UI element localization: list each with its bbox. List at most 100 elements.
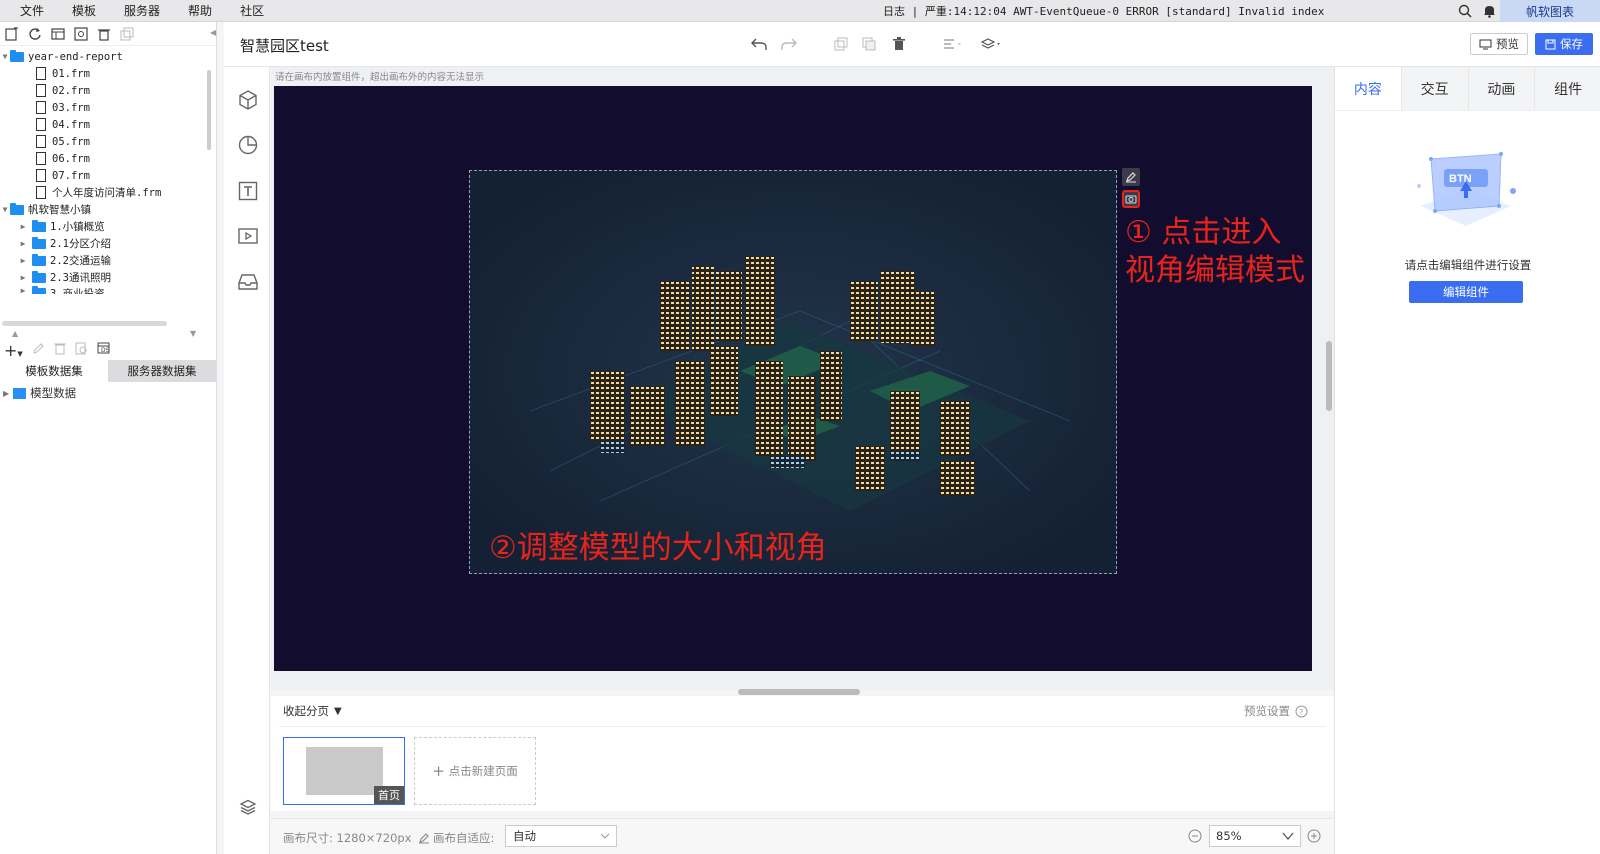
file-icon [36,118,46,131]
splitter[interactable]: ▲ ▼ [0,329,212,339]
brand-tab[interactable]: 帆软图表 [1500,0,1600,22]
file-icon [36,67,46,80]
expand-arrow-icon[interactable]: ▼ [0,205,10,214]
tree-folder[interactable]: ▶ 2.3通讯照明 [0,269,210,286]
save-button[interactable]: 保存 [1535,33,1593,55]
refresh-icon[interactable] [27,26,43,42]
copy-component-icon[interactable] [832,35,850,53]
tree-file[interactable]: 03.frm [0,99,210,116]
3d-model-component[interactable] [469,170,1117,574]
annotation-step-1-line1: ① 点击进入 [1125,215,1282,250]
cube-icon[interactable] [237,89,259,111]
annotation-step-1-line2: 视角编辑模式 [1125,253,1305,288]
preview-dataset-icon[interactable] [75,342,88,358]
layers-icon[interactable] [237,796,259,818]
tree-file[interactable]: 05.frm [0,133,210,150]
tab-interaction[interactable]: 交互 [1400,67,1468,110]
preview-settings-link[interactable]: 预览设置 ? [1244,703,1308,719]
tree-file[interactable]: 02.frm [0,82,210,99]
tab-server-datasets[interactable]: 服务器数据集 [108,360,216,382]
tree-file[interactable]: 06.frm [0,150,210,167]
edit-dataset-icon[interactable] [32,342,45,358]
tab-content[interactable]: 内容 [1335,67,1401,110]
tree-file[interactable]: 07.frm [0,167,210,184]
paste-component-icon[interactable] [860,35,878,53]
tree-file[interactable]: 01.frm [0,65,210,82]
expand-arrow-icon[interactable]: ▶ [3,389,9,398]
menu-server[interactable]: 服务器 [124,2,160,19]
tree-hscrollbar[interactable] [2,321,167,326]
trash-icon[interactable] [890,35,908,53]
new-file-icon[interactable] [4,26,20,42]
tree-file[interactable]: 04.frm [0,116,210,133]
copy-icon[interactable] [119,26,135,42]
menu-community[interactable]: 社区 [240,2,264,19]
expand-arrow-icon[interactable]: ▶ [18,256,28,265]
tree-file[interactable]: 个人年度访问清单.frm [0,184,210,201]
template-icon[interactable] [50,26,66,42]
bell-icon[interactable] [1483,4,1496,21]
edit-component-button[interactable]: 编辑组件 [1409,281,1523,303]
text-icon[interactable] [237,180,259,202]
layer-icon[interactable] [980,35,1004,53]
canvas-vscrollbar[interactable] [1326,341,1332,411]
dataset-item[interactable]: ▶ 模型数据 [0,384,76,402]
collapse-pages-toggle[interactable]: 收起分页 ▼ [283,703,342,719]
inbox-icon[interactable] [237,271,259,293]
divider [279,726,1326,727]
tab-template-datasets[interactable]: 模板数据集 [0,360,108,382]
tree-folder[interactable]: ▼ year-end-report [0,48,210,65]
tree-folder[interactable]: ▶ 3.商业投资 [0,286,210,294]
edit-size-icon[interactable] [418,832,430,844]
expand-arrow-icon[interactable]: ▼ [0,52,10,61]
expand-arrow-icon[interactable]: ▶ [18,239,28,248]
preview-button[interactable]: 预览 [1470,33,1528,55]
dashboard-canvas[interactable]: ① 点击进入 视角编辑模式 ②调整模型的大小和视角 [274,86,1312,671]
fit-select[interactable]: 自动 [505,825,617,847]
menu-template[interactable]: 模板 [72,2,96,19]
zoom-select[interactable]: 85% [1209,825,1301,847]
annotation-step-2: ②调整模型的大小和视角 [489,530,827,566]
tree-folder[interactable]: ▶ 2.1分区介绍 [0,235,210,252]
expand-arrow-icon[interactable]: ▶ [18,286,28,294]
tree-folder[interactable]: ▶ 1.小镇概览 [0,218,210,235]
menu-help[interactable]: 帮助 [188,2,212,19]
settings-file-icon[interactable] [73,26,89,42]
tree-folder[interactable]: ▼ 帆软智慧小镇 [0,201,210,218]
tab-animation[interactable]: 动画 [1467,67,1535,110]
delete-dataset-icon[interactable] [53,342,66,358]
folder-label: year-end-report [28,50,123,63]
up-arrow-icon[interactable]: ▲ [12,329,18,338]
canvas-hscrollbar[interactable] [738,689,860,695]
dataset-sql-icon[interactable]: DS [97,342,111,358]
dataset-tabs: 模板数据集 服务器数据集 [0,360,216,382]
view-edit-camera-icon[interactable] [1122,190,1140,208]
media-icon[interactable] [237,225,259,247]
page-title[interactable]: 智慧园区test [240,35,329,56]
zoom-out-icon[interactable] [1188,829,1202,843]
search-icon[interactable] [1458,4,1472,21]
undo-icon[interactable] [750,35,768,53]
menu-file[interactable]: 文件 [20,2,44,19]
canvas-status-bar: 画布尺寸: 1280×720px 画布自适应: 自动 85% [271,818,1334,854]
align-icon[interactable] [942,35,966,53]
dataset-icon [13,387,27,399]
zoom-in-icon[interactable] [1307,829,1321,843]
pie-chart-icon[interactable] [237,134,259,156]
edit-pencil-icon[interactable] [1122,168,1140,186]
down-arrow-icon[interactable]: ▼ [190,329,196,338]
add-dataset-icon[interactable]: +▼ [4,341,23,360]
redo-icon[interactable] [780,35,798,53]
tree-folder[interactable]: ▶ 2.2交通运输 [0,252,210,269]
collapse-arrow-icon[interactable]: ◀ [210,28,216,37]
tree-scrollbar[interactable] [207,70,211,150]
expand-arrow-icon[interactable]: ▶ [18,273,28,282]
property-panel: 内容 交互 动画 组件 BTN 请点击编辑组件进行设置 编辑组件 [1334,67,1600,854]
log-message[interactable]: 日志 | 严重:14:12:04 AWT-EventQueue-0 ERROR … [883,3,1324,19]
expand-arrow-icon[interactable]: ▶ [18,222,28,231]
page-thumbnail-home[interactable]: 首页 [283,737,405,805]
new-page-button[interactable]: + 点击新建页面 [414,737,536,805]
delete-icon[interactable] [96,26,112,42]
tab-component[interactable]: 组件 [1534,67,1600,110]
folder-icon [32,286,46,294]
